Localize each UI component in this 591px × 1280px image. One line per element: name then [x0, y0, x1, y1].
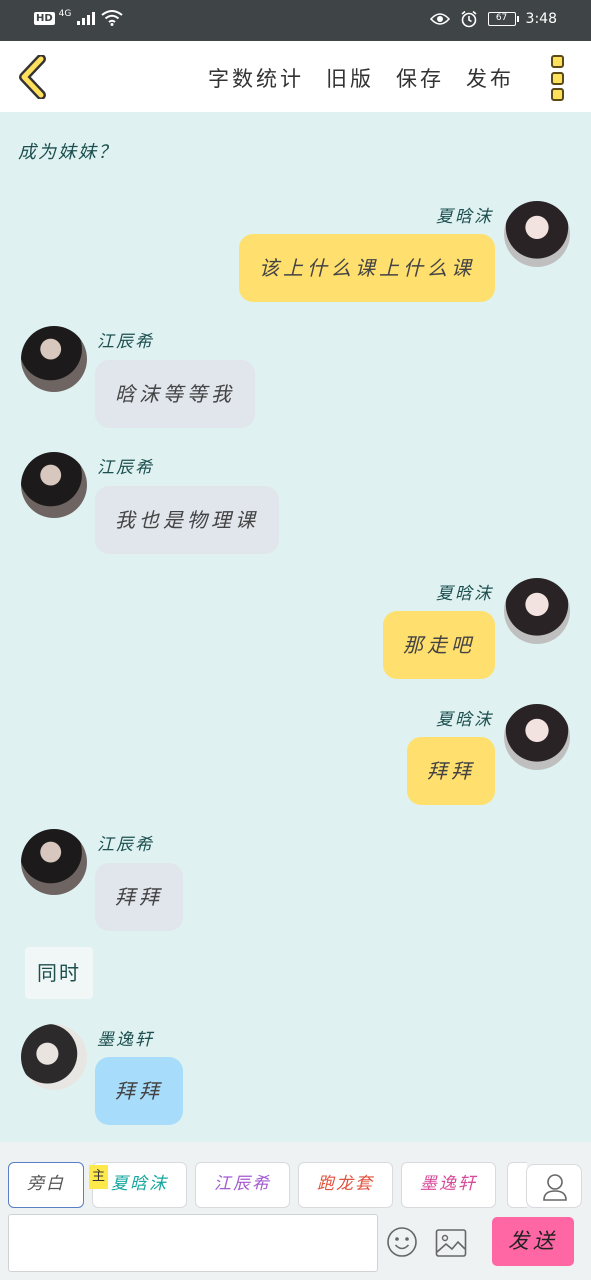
toolbar-actions: 字数统计 旧版 保存 发布 — [208, 63, 514, 93]
wifi-icon — [101, 10, 123, 26]
signal-icon — [77, 11, 96, 25]
avatar[interactable] — [21, 1024, 87, 1090]
emoji-icon[interactable] — [386, 1226, 418, 1258]
back-arrow-icon[interactable] — [14, 55, 54, 99]
role-narrator[interactable]: 旁白 — [8, 1162, 84, 1208]
message-input[interactable] — [8, 1214, 378, 1272]
role-jiang-chenxi[interactable]: 江辰希 — [195, 1162, 290, 1208]
avatar[interactable] — [21, 829, 87, 895]
role-selector: 旁白 夏晗沫 江辰希 跑龙套 墨逸轩 — [8, 1162, 496, 1208]
eye-icon — [429, 13, 450, 25]
narration-text: 成为妹妹？ — [18, 142, 118, 163]
composer-panel: 旁白 夏晗沫 江辰希 跑龙套 墨逸轩 主 发送 — [0, 1142, 591, 1280]
role-partial[interactable] — [507, 1162, 527, 1208]
narration-text: 同时 — [25, 947, 93, 999]
avatar[interactable] — [21, 326, 87, 392]
hd-badge: HD — [34, 11, 55, 25]
speaker-name: 夏晗沫 — [436, 584, 493, 604]
message-bubble[interactable]: 我也是物理课 — [95, 486, 279, 554]
send-button[interactable]: 发送 — [492, 1217, 574, 1266]
battery-icon: 67 — [487, 12, 519, 26]
main-role-badge: 主 — [89, 1165, 108, 1189]
image-icon[interactable] — [435, 1228, 467, 1258]
status-right: 67 3:48 — [429, 10, 557, 28]
clock: 3:48 — [525, 11, 557, 27]
message-bubble[interactable]: 那走吧 — [383, 611, 495, 679]
avatar[interactable] — [504, 704, 570, 770]
speaker-name: 江辰希 — [97, 835, 154, 855]
speaker-name: 夏晗沫 — [436, 710, 493, 730]
speaker-name: 江辰希 — [97, 458, 154, 478]
role-manage-button[interactable] — [526, 1164, 582, 1208]
speaker-name: 夏晗沫 — [436, 207, 493, 227]
avatar[interactable] — [504, 578, 570, 644]
speaker-name: 江辰希 — [97, 332, 154, 352]
avatar[interactable] — [504, 201, 570, 267]
publish-button[interactable]: 发布 — [466, 63, 514, 93]
speaker-name: 墨逸轩 — [97, 1030, 154, 1050]
chat-area[interactable]: 成为妹妹？ 夏晗沫 该上什么课上什么课 江辰希 晗沫等等我 江辰希 我也是物理课… — [0, 112, 591, 1142]
role-mo-yixuan[interactable]: 墨逸轩 — [401, 1162, 496, 1208]
message-bubble[interactable]: 拜拜 — [95, 863, 183, 931]
status-bar: HD 4G 67 3:48 — [0, 0, 591, 41]
status-left: HD 4G — [34, 9, 123, 26]
message-bubble[interactable]: 该上什么课上什么课 — [239, 234, 495, 302]
old-version-button[interactable]: 旧版 — [326, 63, 374, 93]
message-bubble[interactable]: 拜拜 — [407, 737, 495, 805]
top-toolbar: 字数统计 旧版 保存 发布 — [0, 41, 591, 112]
save-button[interactable]: 保存 — [396, 63, 444, 93]
more-menu-icon[interactable] — [551, 55, 565, 101]
message-bubble[interactable]: 拜拜 — [95, 1057, 183, 1125]
alarm-icon — [461, 10, 477, 28]
message-bubble[interactable]: 晗沫等等我 — [95, 360, 255, 428]
word-count-button[interactable]: 字数统计 — [208, 63, 304, 93]
network-type: 4G — [58, 9, 72, 19]
person-icon — [543, 1174, 567, 1201]
role-extra[interactable]: 跑龙套 — [298, 1162, 393, 1208]
avatar[interactable] — [21, 452, 87, 518]
